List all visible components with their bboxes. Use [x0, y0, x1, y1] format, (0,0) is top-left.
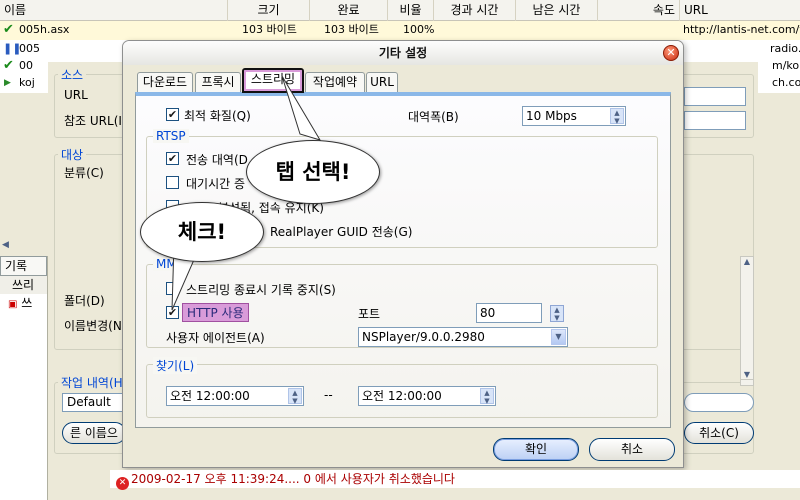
- port-spin-icon[interactable]: ▲ ▼: [550, 305, 564, 322]
- job-right-field[interactable]: [684, 393, 754, 412]
- row-url: radio.: [770, 42, 800, 55]
- col-size[interactable]: 크기: [228, 0, 310, 21]
- scroll-down-icon[interactable]: ▼: [741, 370, 753, 379]
- bandwidth-spin-icon[interactable]: ▲ ▼: [610, 108, 624, 125]
- target-group-title: 대상: [58, 146, 87, 163]
- log-item-label: 쓰: [21, 296, 33, 310]
- row-name: 00: [19, 59, 33, 72]
- transfer-label: 전송 대역(D: [186, 153, 248, 167]
- transfer-checkbox[interactable]: ✔: [166, 152, 179, 165]
- table-row[interactable]: ✔ 005h.asx 103 바이트 103 바이트 100% http://l…: [0, 21, 800, 40]
- category-label: 분류(C): [64, 166, 104, 180]
- find-group-title: 찾기(L): [153, 357, 198, 374]
- ref-url-input[interactable]: [684, 111, 746, 130]
- rename-label: 이름변경(N: [64, 319, 122, 333]
- time-from-input[interactable]: 오전 12:00:00 ▲ ▼: [166, 386, 304, 406]
- dialog-title: 기타 설정: [123, 41, 683, 65]
- scroll-up-icon[interactable]: ▲: [741, 257, 753, 266]
- row-url: http://lantis-net.com/yo: [683, 23, 800, 36]
- row-name: 005: [19, 42, 40, 55]
- time-from-value: 오전 12:00:00: [170, 389, 250, 403]
- error-icon: ▣: [8, 299, 18, 310]
- col-done[interactable]: 완료: [310, 0, 388, 21]
- tab-url[interactable]: URL: [366, 72, 398, 92]
- tab-proxy[interactable]: 프록시: [195, 72, 241, 92]
- error-icon: ✕: [116, 477, 129, 490]
- col-url[interactable]: URL: [680, 0, 800, 21]
- useragent-label: 사용자 에이전트(A): [166, 331, 265, 345]
- check-icon: ✔: [3, 58, 14, 73]
- check-icon: ✔: [3, 22, 14, 37]
- best-quality-label: 최적 화질(Q): [184, 109, 251, 123]
- row-url: ch.co: [772, 76, 800, 89]
- ref-url-label: 참조 URL(I: [64, 114, 122, 128]
- wait-checkbox[interactable]: [166, 176, 179, 189]
- folder-label: 폴더(D): [64, 294, 105, 308]
- wait-label: 대기시간 증: [186, 177, 246, 191]
- rtsp-group-title: RTSP: [153, 129, 189, 143]
- callout-check: 체크!: [140, 202, 264, 262]
- cancel-button[interactable]: 취소: [589, 438, 675, 461]
- row-name: koj: [19, 76, 35, 89]
- close-icon[interactable]: ✕: [663, 45, 679, 61]
- port-label: 포트: [358, 307, 381, 321]
- row-done: 103 바이트: [324, 23, 379, 36]
- time-from-spin-icon[interactable]: ▲ ▼: [288, 388, 302, 405]
- bg-cancel-button[interactable]: 취소(C): [684, 422, 754, 444]
- col-speed[interactable]: 속도: [598, 0, 680, 21]
- port-input[interactable]: 80: [476, 303, 542, 323]
- download-list-header: 이름 크기 완료 비율 경과 시간 남은 시간 속도 URL: [0, 0, 800, 21]
- col-elapsed[interactable]: 경과 시간: [434, 0, 516, 21]
- bandwidth-label: 대역폭(B): [408, 110, 459, 124]
- log-sub[interactable]: 쓰리: [0, 276, 47, 294]
- useragent-select[interactable]: NSPlayer/9.0.0.2980 ▼: [358, 327, 568, 347]
- row-size: 103 바이트: [242, 23, 297, 36]
- time-to-value: 오전 12:00:00: [362, 389, 442, 403]
- play-icon: ▶: [4, 78, 11, 88]
- panel-v-scrollbar[interactable]: ▲ ▼: [740, 256, 754, 380]
- bandwidth-select[interactable]: 10 Mbps ▲ ▼: [522, 106, 626, 126]
- url-label: URL: [64, 88, 88, 102]
- status-text: 2009-02-17 오후 11:39:24.... 0 에서 사용자가 취소했…: [131, 472, 455, 486]
- h-scrollbar[interactable]: ◀: [0, 236, 48, 250]
- time-to-spin-icon[interactable]: ▲ ▼: [480, 388, 494, 405]
- row-name: 005h.asx: [19, 23, 70, 36]
- useragent-value: NSPlayer/9.0.0.2980: [362, 330, 485, 344]
- chevron-down-icon[interactable]: ▼: [551, 329, 566, 345]
- log-item[interactable]: ▣ 쓰: [0, 294, 47, 312]
- tab-download[interactable]: 다운로드: [137, 72, 193, 92]
- job-select[interactable]: Default: [62, 393, 124, 412]
- h-scrollbar-right[interactable]: [760, 236, 800, 250]
- best-quality-checkbox[interactable]: ✔: [166, 108, 179, 121]
- row-ratio: 100%: [403, 23, 435, 36]
- log-tab[interactable]: 기록: [0, 256, 47, 276]
- time-separator: --: [324, 388, 333, 402]
- col-remaining[interactable]: 남은 시간: [516, 0, 598, 21]
- url-input[interactable]: [684, 87, 746, 106]
- log-panel: 기록 쓰리 ▣ 쓰: [0, 256, 48, 500]
- rename-button[interactable]: 른 이름으: [62, 422, 126, 444]
- time-to-input[interactable]: 오전 12:00:00 ▲ ▼: [358, 386, 496, 406]
- bandwidth-value: 10 Mbps: [526, 109, 577, 123]
- col-name[interactable]: 이름: [0, 0, 228, 21]
- row-url: m/ko: [772, 59, 800, 72]
- job-group-title: 작업 내역(H: [58, 374, 126, 391]
- scroll-left-icon: ◀: [2, 240, 9, 250]
- source-group-title: 소스: [58, 66, 87, 83]
- status-line: ✕ 2009-02-17 오후 11:39:24.... 0 에서 사용자가 취소…: [110, 470, 800, 490]
- guid-label: RealPlayer GUID 전송(G): [270, 225, 413, 239]
- ok-button[interactable]: 확인: [493, 438, 579, 461]
- col-ratio[interactable]: 비율: [388, 0, 434, 21]
- callout-tab-select: 탭 선택!: [246, 140, 380, 204]
